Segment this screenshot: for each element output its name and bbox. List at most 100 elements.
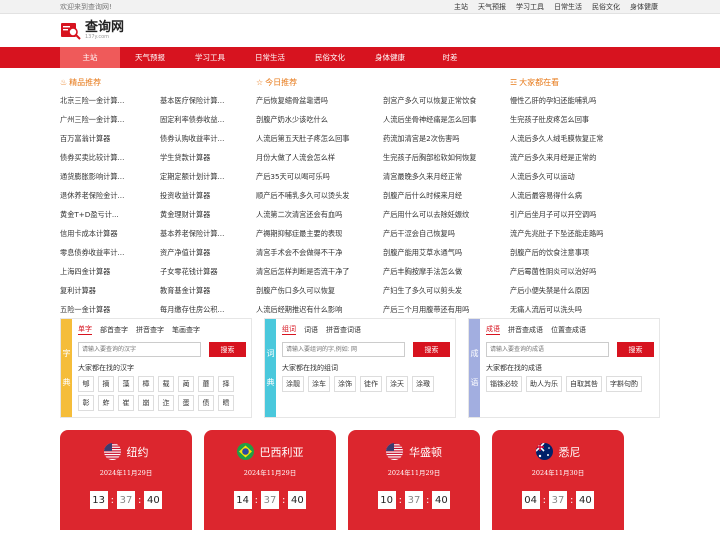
char-dictionary-chip[interactable]: 载: [158, 376, 174, 392]
popular-link[interactable]: 生完孩子肚皮疼怎么回事: [510, 110, 660, 129]
today-link[interactable]: 人流后应该注意什么: [256, 319, 383, 323]
idiom-dictionary-chip[interactable]: 字斟句酌: [606, 376, 642, 392]
char-dictionary-chip[interactable]: 迮: [158, 395, 174, 411]
today-link[interactable]: 产后三个月用腹带还有用吗: [383, 300, 510, 319]
picks-link[interactable]: 北京三险一金计算...: [60, 91, 160, 110]
word-dictionary-tab[interactable]: 词语: [304, 325, 318, 335]
top-link-main[interactable]: 主站: [454, 2, 468, 12]
char-dictionary-tab[interactable]: 笔画查字: [172, 325, 200, 335]
city-name[interactable]: 华盛顿: [409, 444, 442, 460]
picks-link[interactable]: 百万富翁计算器: [60, 129, 160, 148]
picks-link[interactable]: 黄金理财计算器: [160, 205, 256, 224]
city-name[interactable]: 纽约: [127, 444, 149, 460]
char-dictionary-chip[interactable]: 郇: [78, 376, 94, 392]
word-dictionary-search-button[interactable]: 搜索: [413, 342, 450, 357]
idiom-dictionary-chip[interactable]: 自取其咎: [566, 376, 602, 392]
today-link[interactable]: 产后丰胸按摩手法怎么做: [383, 262, 510, 281]
idiom-dictionary-tab[interactable]: 拼音查成语: [508, 325, 543, 335]
nav-item-main[interactable]: 主站: [60, 47, 120, 68]
char-dictionary-chip[interactable]: 藻: [118, 376, 134, 392]
word-dictionary-chip[interactable]: 涂靓: [282, 376, 304, 392]
top-link-life[interactable]: 日常生活: [554, 2, 582, 12]
today-link[interactable]: 产后恢复缩骨盆靠谱吗: [256, 91, 383, 110]
today-link[interactable]: 清宫手术会不会做得不干净: [256, 243, 383, 262]
popular-link[interactable]: 乳汁淤积宝宝吃几次可以吸通: [510, 319, 660, 323]
idiom-dictionary-tab[interactable]: 成语: [486, 324, 500, 335]
char-dictionary-chip[interactable]: 樟: [138, 376, 154, 392]
word-dictionary-chip[interactable]: 涂天: [386, 376, 408, 392]
today-link[interactable]: 月份大做了人流会怎么样: [256, 148, 383, 167]
picks-link[interactable]: 通货膨胀影响计算...: [60, 167, 160, 186]
today-link[interactable]: 人流第二次清宫还会有血吗: [256, 205, 383, 224]
today-link[interactable]: 剖腹产能用艾草水通气吗: [383, 243, 510, 262]
char-dictionary-chip[interactable]: 瞆: [218, 395, 234, 411]
idiom-dictionary-search-input[interactable]: [486, 342, 609, 357]
popular-link[interactable]: 产后霉菌性阴炎可以治好吗: [510, 262, 660, 281]
char-dictionary-chip[interactable]: 崩: [138, 395, 154, 411]
char-dictionary-tab[interactable]: 部首查字: [100, 325, 128, 335]
popular-link[interactable]: 剖腹产后的饮食注意事项: [510, 243, 660, 262]
today-link[interactable]: 人流后坐骨神经痛是怎么回事: [383, 110, 510, 129]
today-link[interactable]: 剖腹产后什么时候来月经: [383, 186, 510, 205]
today-link[interactable]: 人流后经期推迟有什么影响: [256, 300, 383, 319]
picks-link[interactable]: 上海四金计算器: [60, 262, 160, 281]
word-dictionary-chip[interactable]: 涂璥: [412, 376, 434, 392]
idiom-dictionary-chip[interactable]: 锱铢必较: [486, 376, 522, 392]
char-dictionary-tab[interactable]: 单字: [78, 324, 92, 335]
char-dictionary-chip[interactable]: 崔: [118, 395, 134, 411]
nav-item-life[interactable]: 日常生活: [240, 47, 300, 68]
picks-link[interactable]: 广州三险一金计算...: [60, 110, 160, 129]
char-dictionary-chip[interactable]: 蔺: [178, 376, 194, 392]
picks-link[interactable]: 五险一金计算器: [60, 300, 160, 319]
char-dictionary-chip[interactable]: 摘: [98, 376, 114, 392]
popular-link[interactable]: 流产先兆肚子下坠还能走路吗: [510, 224, 660, 243]
nav-item-health[interactable]: 身体健康: [360, 47, 420, 68]
word-dictionary-chip[interactable]: 涂饰: [334, 376, 356, 392]
nav-item-folk[interactable]: 民俗文化: [300, 47, 360, 68]
picks-link[interactable]: 子女零花钱计算器: [160, 262, 256, 281]
nav-item-study[interactable]: 学习工具: [180, 47, 240, 68]
char-dictionary-chip[interactable]: 择: [218, 376, 234, 392]
picks-link[interactable]: 复利计算器: [60, 281, 160, 300]
picks-link[interactable]: 债券认购收益率计...: [160, 129, 256, 148]
idiom-dictionary-tab[interactable]: 位置查成语: [551, 325, 586, 335]
top-link-weather[interactable]: 天气预报: [478, 2, 506, 12]
picks-link[interactable]: 固定利率债券收益...: [160, 110, 256, 129]
today-link[interactable]: 产妇生了多久可以剪头发: [383, 281, 510, 300]
today-link[interactable]: 人流时间从什么时候开始算: [383, 319, 510, 323]
picks-link[interactable]: 学生贷款计算器: [160, 148, 256, 167]
today-link[interactable]: 产后35天可以喝可乐吗: [256, 167, 383, 186]
popular-link[interactable]: 无痛人流后可以洗头吗: [510, 300, 660, 319]
picks-link[interactable]: 资产净值计算器: [160, 243, 256, 262]
nav-item-timezone[interactable]: 时差: [420, 47, 480, 68]
idiom-dictionary-chip[interactable]: 助人为乐: [526, 376, 562, 392]
word-dictionary-search-input[interactable]: [282, 342, 405, 357]
char-dictionary-chip[interactable]: 彰: [78, 395, 94, 411]
today-link[interactable]: 产后干涩会自己恢复吗: [383, 224, 510, 243]
today-link[interactable]: 剖腹产伤口多久可以恢复: [256, 281, 383, 300]
char-dictionary-chip[interactable]: 蛋: [178, 395, 194, 411]
today-link[interactable]: 人流后第五天肚子疼怎么回事: [256, 129, 383, 148]
picks-link[interactable]: 定期定额计划计算...: [160, 167, 256, 186]
nav-item-weather[interactable]: 天气预报: [120, 47, 180, 68]
popular-link[interactable]: 引产后坐月子可以开空调吗: [510, 205, 660, 224]
char-dictionary-search-button[interactable]: 搜索: [209, 342, 246, 357]
top-link-study[interactable]: 学习工具: [516, 2, 544, 12]
picks-link[interactable]: 教育基金计算器: [160, 281, 256, 300]
picks-link[interactable]: 零息债券收益率计...: [60, 243, 160, 262]
picks-link[interactable]: 黄金T+D盈亏计...: [60, 205, 160, 224]
idiom-dictionary-search-button[interactable]: 搜索: [617, 342, 654, 357]
today-link[interactable]: 剖腹产奶水少该吃什么: [256, 110, 383, 129]
today-link[interactable]: 药流加清宫是2次伤害吗: [383, 129, 510, 148]
popular-link[interactable]: 流产后多久来月经是正常的: [510, 148, 660, 167]
word-dictionary-tab[interactable]: 组词: [282, 324, 296, 335]
city-name[interactable]: 巴西利亚: [260, 444, 304, 460]
char-dictionary-search-input[interactable]: [78, 342, 201, 357]
popular-link[interactable]: 人流后多久人绒毛膜恢复正常: [510, 129, 660, 148]
today-link[interactable]: 产后用什么可以去除妊娠纹: [383, 205, 510, 224]
picks-link[interactable]: 基本养老保险计算...: [160, 224, 256, 243]
today-link[interactable]: 清宫后怎样判断是否流干净了: [256, 262, 383, 281]
word-dictionary-chip[interactable]: 徒作: [360, 376, 382, 392]
today-link[interactable]: 产褥期抑郁症最主要的表现: [256, 224, 383, 243]
site-logo[interactable]: 查询网 137y.com: [60, 21, 124, 41]
